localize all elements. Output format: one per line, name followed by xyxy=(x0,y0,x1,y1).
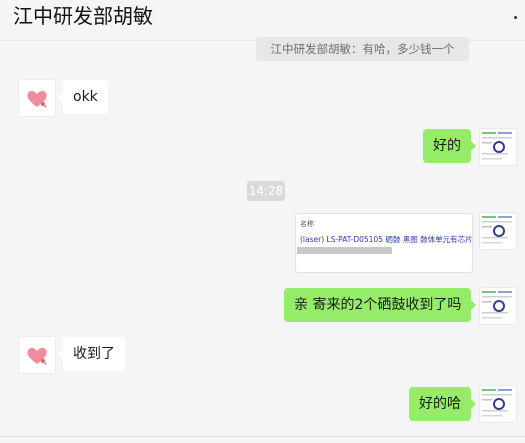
image-text: (laser) LS-PAT-D05105 硒鼓 黑图 鼓体单元有芯片30K0 xyxy=(300,235,473,244)
chat-title: 江中研发部胡敏 xyxy=(13,4,153,28)
image-bar xyxy=(297,247,392,254)
document-thumbnail-icon xyxy=(480,386,516,422)
chat-header: 江中研发部胡敏 xyxy=(0,0,525,41)
quoted-message[interactable]: 江中研发部胡敏：有哈，多少钱一个 xyxy=(256,37,469,61)
user-avatar[interactable] xyxy=(479,385,517,423)
document-thumbnail-icon xyxy=(480,129,516,165)
contact-avatar[interactable] xyxy=(18,79,56,117)
heart-icon xyxy=(27,347,47,365)
message-bubble-right[interactable]: 好的 xyxy=(423,129,476,163)
timestamp-badge: 14:28 xyxy=(247,181,285,201)
image-label: 名称 xyxy=(300,220,314,228)
image-message[interactable]: 名称 (laser) LS-PAT-D05105 硒鼓 黑图 鼓体单元有芯片30… xyxy=(295,213,473,273)
more-dot-icon[interactable] xyxy=(514,16,517,19)
user-avatar[interactable] xyxy=(479,287,517,325)
divider xyxy=(0,436,525,437)
message-bubble-left[interactable]: okk xyxy=(58,80,108,114)
message-bubble-right[interactable]: 亲 寄来的2个硒鼓收到了吗 xyxy=(284,288,477,322)
document-thumbnail-icon xyxy=(480,213,516,249)
message-bubble-right[interactable]: 好的哈 xyxy=(409,387,476,421)
heart-icon xyxy=(27,90,47,108)
document-thumbnail-icon xyxy=(480,288,516,324)
message-bubble-left[interactable]: 收到了 xyxy=(58,337,125,371)
user-avatar[interactable] xyxy=(479,128,517,166)
contact-avatar[interactable] xyxy=(18,336,56,374)
user-avatar[interactable] xyxy=(479,212,517,250)
